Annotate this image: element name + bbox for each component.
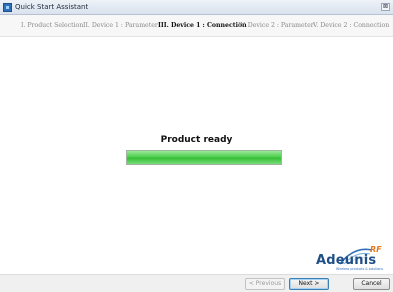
adeunis-logo: RF Adeunis Wireless products & solutions — [314, 244, 390, 272]
close-button[interactable]: ⊠ — [381, 3, 390, 11]
step-device1-parameter: II. Device 1 : Parameter — [83, 22, 158, 29]
logo-tagline: Wireless products & solutions — [336, 267, 384, 271]
progress-fill — [127, 151, 281, 164]
next-button[interactable]: Next > — [289, 278, 329, 290]
step-device2-connection: V. Device 2 : Connection — [313, 22, 390, 29]
step-device2-parameter: IV. Device 2 : Parameter — [238, 22, 314, 29]
status-text: Product ready — [160, 135, 233, 145]
title-bar: Quick Start Assistant ⊠ — [0, 0, 393, 15]
cancel-button[interactable]: Cancel — [353, 278, 390, 290]
step-product-selection: I. Product Selection — [21, 22, 84, 29]
window-title: Quick Start Assistant — [15, 3, 89, 11]
previous-button[interactable]: < Previous — [245, 278, 285, 290]
logo-word: Adeunis — [316, 253, 377, 268]
wizard-steps: I. Product Selection II. Device 1 : Para… — [0, 15, 393, 37]
app-icon — [3, 3, 12, 12]
button-bar: < Previous Next > Cancel — [0, 274, 393, 292]
progress-bar — [126, 150, 282, 165]
step-device1-connection: III. Device 1 : Connection — [158, 22, 247, 29]
